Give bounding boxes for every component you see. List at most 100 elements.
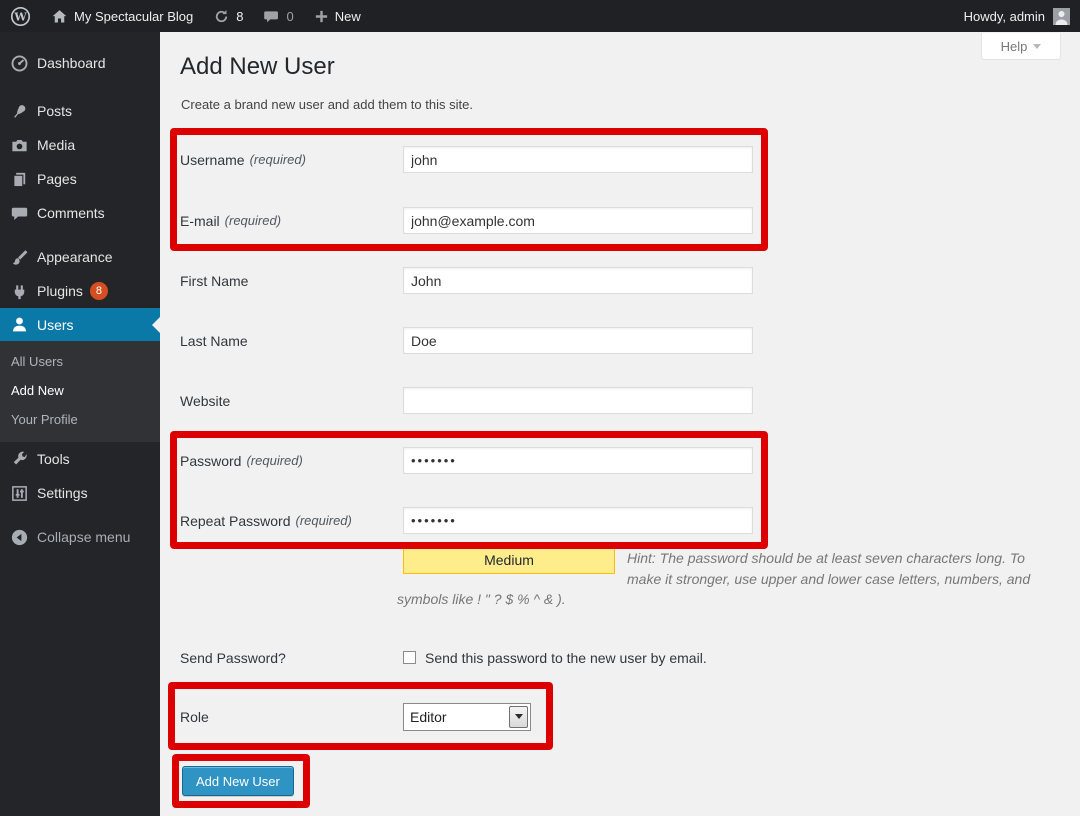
sidebar-item-comments[interactable]: Comments [0, 196, 160, 230]
email-label: E-mail(required) [180, 213, 403, 229]
sidebar-item-tools[interactable]: Tools [0, 442, 160, 476]
website-row: Website [180, 387, 753, 414]
password-strength-meter: Medium [403, 547, 615, 574]
comment-bubble-icon [9, 203, 29, 223]
password-label: Password(required) [180, 453, 403, 469]
updates-icon [213, 8, 230, 25]
help-label: Help [1001, 39, 1028, 54]
password-field[interactable] [403, 447, 753, 474]
avatar [1053, 8, 1070, 25]
sidebar-item-dashboard[interactable]: Dashboard [0, 46, 160, 80]
sidebar-item-label: Tools [37, 451, 70, 467]
updates-menu[interactable]: 8 [203, 0, 253, 32]
sidebar-item-label: Users [37, 317, 74, 333]
comments-menu[interactable]: 0 [253, 0, 303, 32]
repeat-password-label: Repeat Password(required) [180, 513, 403, 529]
role-label: Role [180, 709, 403, 725]
send-password-label: Send Password? [180, 650, 403, 666]
collapse-circle-icon [9, 527, 29, 547]
sidebar-item-your-profile[interactable]: Your Profile [0, 405, 160, 434]
username-row: Username(required) [180, 146, 753, 173]
sidebar-item-media[interactable]: Media [0, 128, 160, 162]
sidebar: Dashboard Posts Media Pages Comments App… [0, 32, 160, 816]
plug-icon [9, 281, 29, 301]
email-field[interactable] [403, 207, 753, 234]
website-field[interactable] [403, 387, 753, 414]
sidebar-item-label: Media [37, 137, 75, 153]
sidebar-item-label: Settings [37, 485, 88, 501]
users-submenu: All Users Add New Your Profile [0, 341, 160, 442]
send-password-checkbox[interactable] [403, 651, 416, 664]
comment-bubble-icon [263, 8, 280, 25]
sidebar-item-posts[interactable]: Posts [0, 94, 160, 128]
page-title: Add New User [160, 32, 1080, 81]
send-password-checkbox-label: Send this password to the new user by em… [425, 650, 707, 666]
howdy-text: Howdy, admin [964, 9, 1045, 24]
password-hint: Hint: The password should be at least se… [627, 548, 1039, 590]
new-label: New [335, 9, 361, 24]
last-name-label: Last Name [180, 333, 403, 349]
dashboard-icon [9, 53, 29, 73]
sidebar-item-plugins[interactable]: Plugins 8 [0, 274, 160, 308]
sidebar-item-pages[interactable]: Pages [0, 162, 160, 196]
plugins-update-badge: 8 [90, 282, 108, 300]
site-name: My Spectacular Blog [74, 9, 193, 24]
add-new-user-button[interactable]: Add New User [182, 766, 294, 796]
first-name-row: First Name [180, 267, 753, 294]
password-row: Password(required) [180, 447, 753, 474]
sidebar-item-appearance[interactable]: Appearance [0, 240, 160, 274]
username-input[interactable] [403, 146, 753, 173]
sidebar-item-label: Dashboard [37, 55, 106, 71]
password-strength-row: Medium Hint: The password should be at l… [403, 547, 1039, 590]
active-menu-arrow [152, 317, 160, 333]
brush-icon [9, 247, 29, 267]
site-name-menu[interactable]: My Spectacular Blog [41, 0, 203, 32]
collapse-menu-button[interactable]: Collapse menu [0, 520, 160, 554]
wordpress-logo-icon[interactable]: W [0, 0, 41, 32]
user-icon [9, 315, 29, 335]
email-row: E-mail(required) [180, 207, 753, 234]
update-count: 8 [236, 9, 243, 24]
collapse-menu-label: Collapse menu [37, 529, 130, 545]
camera-icon [9, 135, 29, 155]
page-subtitle: Create a brand new user and add them to … [160, 81, 1080, 112]
password-hint-continued: symbols like ! " ? $ % ^ & ). [397, 591, 566, 607]
last-name-field[interactable] [403, 327, 753, 354]
sidebar-item-label: Comments [37, 205, 105, 221]
sidebar-item-add-new[interactable]: Add New [0, 376, 160, 405]
send-password-row: Send Password? Send this password to the… [180, 644, 707, 671]
plus-icon [314, 9, 329, 24]
wordpress-logo-icon: W [10, 6, 31, 27]
home-icon [51, 8, 68, 25]
repeat-password-row: Repeat Password(required) [180, 507, 753, 534]
role-select-value: Editor [404, 709, 509, 725]
repeat-password-field[interactable] [403, 507, 753, 534]
sidebar-item-label: Pages [37, 171, 77, 187]
sidebar-item-label: Plugins [37, 283, 83, 299]
sidebar-item-settings[interactable]: Settings [0, 476, 160, 510]
first-name-label: First Name [180, 273, 403, 289]
main-content: Add New User Create a brand new user and… [160, 32, 1080, 816]
last-name-row: Last Name [180, 327, 753, 354]
sliders-icon [9, 483, 29, 503]
comment-count: 0 [286, 9, 293, 24]
admin-bar: W My Spectacular Blog 8 0 Ne [0, 0, 1080, 32]
account-menu[interactable]: Howdy, admin [964, 8, 1080, 25]
wrench-icon [9, 449, 29, 469]
role-row: Role Editor [180, 703, 531, 730]
sidebar-item-all-users[interactable]: All Users [0, 347, 160, 376]
pushpin-icon [9, 101, 29, 121]
username-label: Username(required) [180, 152, 403, 168]
website-label: Website [180, 393, 403, 409]
role-select[interactable]: Editor [403, 703, 531, 731]
chevron-down-icon [509, 706, 528, 728]
pages-icon [9, 169, 29, 189]
sidebar-item-label: Appearance [37, 249, 113, 265]
svg-text:W: W [13, 10, 27, 23]
first-name-field[interactable] [403, 267, 753, 294]
new-content-menu[interactable]: New [304, 0, 371, 32]
sidebar-item-label: Posts [37, 103, 72, 119]
sidebar-item-users[interactable]: Users [0, 308, 160, 341]
chevron-down-icon [1033, 44, 1041, 49]
help-button[interactable]: Help [981, 33, 1061, 60]
